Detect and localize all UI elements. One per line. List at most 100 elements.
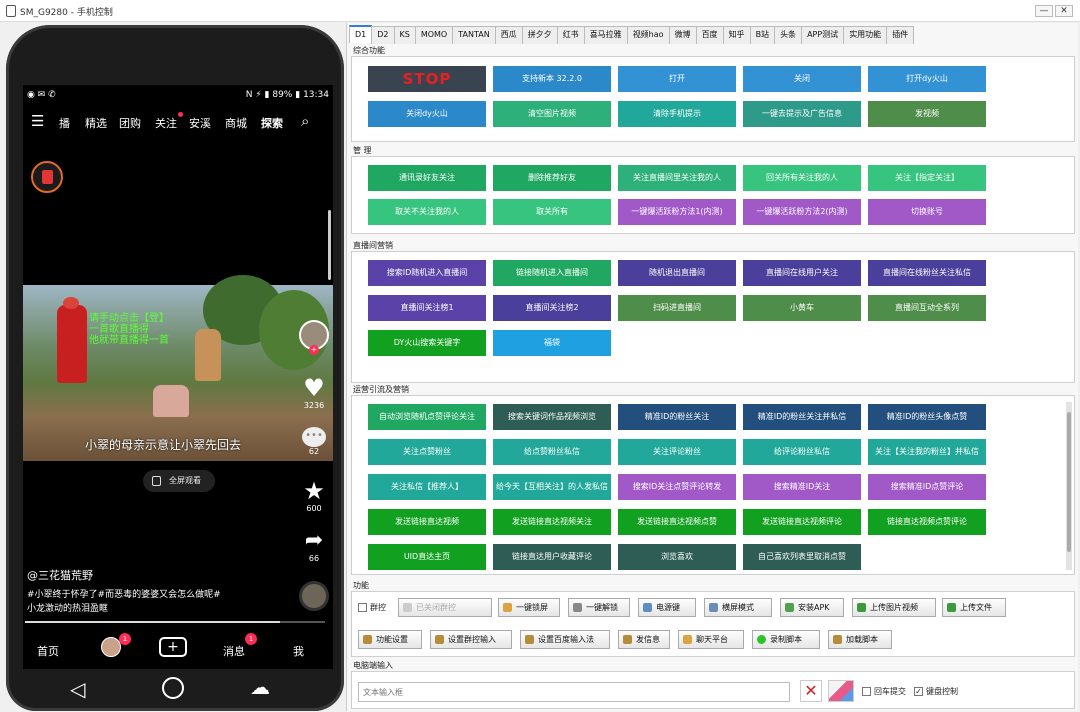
tab-messages[interactable]: 消息 xyxy=(223,643,245,659)
stop-button[interactable]: STOP xyxy=(368,66,486,92)
send-link-video-button[interactable]: 发送链接直达视频 xyxy=(368,509,486,535)
follow-dm-online-button[interactable]: 直播间在线粉丝关注私信 xyxy=(868,260,986,286)
search-icon[interactable]: ⌕ xyxy=(301,112,309,130)
link-like-comment-button[interactable]: 链接直达视频点赞评论 xyxy=(868,509,986,535)
yellow-cart-button[interactable]: 小黄车 xyxy=(743,295,861,321)
phone-mirror[interactable]: ◉ ✉ ✆ N ⚡ ▮ 89% ▮ 13:34 ☰ 播 精选 团购 关注 安溪 … xyxy=(6,25,344,711)
platform-tab[interactable]: KS xyxy=(393,26,416,44)
unfollow-nonfollowers-button[interactable]: 取关不关注我的人 xyxy=(368,199,486,225)
send-link-follow-button[interactable]: 发送链接直达视频关注 xyxy=(493,509,611,535)
platform-tab[interactable]: APP测试 xyxy=(801,26,845,44)
nav-tab-group-buy[interactable]: 团购 xyxy=(119,115,141,131)
back-icon[interactable]: ◁ xyxy=(70,677,85,701)
dm-mutual-button[interactable]: 给今天【互相关注】的人发私信 xyxy=(493,474,611,500)
close-button[interactable]: ✕ xyxy=(1055,5,1073,17)
upload-media-button[interactable]: 上传图片视频 xyxy=(852,598,936,617)
platform-tab[interactable]: 知乎 xyxy=(722,26,751,44)
phone-screen[interactable]: ◉ ✉ ✆ N ⚡ ▮ 89% ▮ 13:34 ☰ 播 精选 团购 关注 安溪 … xyxy=(23,85,333,669)
like-button[interactable]: ♥ 3236 xyxy=(297,375,331,410)
close-app-button[interactable]: 关闭 xyxy=(743,66,861,92)
link-random-live-button[interactable]: 链接随机进入直播间 xyxy=(493,260,611,286)
group-control-checkbox[interactable] xyxy=(358,603,367,612)
send-message-button[interactable]: 发信息 xyxy=(618,630,670,649)
share-button[interactable]: ➦ 66 xyxy=(297,528,331,563)
platform-tab[interactable]: TANTAN xyxy=(452,26,496,44)
platform-tab[interactable]: 微博 xyxy=(668,26,697,44)
upload-file-button[interactable]: 上传文件 xyxy=(942,598,1006,617)
eraser-icon[interactable] xyxy=(828,680,854,702)
precise-follow-dm-button[interactable]: 精准ID的粉丝关注并私信 xyxy=(743,404,861,430)
lucky-bag-button[interactable]: 福袋 xyxy=(493,330,611,356)
nav-tab-anxi[interactable]: 安溪 xyxy=(189,115,211,131)
follow-likers-button[interactable]: 关注点赞粉丝 xyxy=(368,439,486,465)
clear-x-icon[interactable]: ✕ xyxy=(800,680,822,702)
group-status-button[interactable]: 已关闭群控 xyxy=(398,598,492,617)
dm-recommender-button[interactable]: 关注私信【推荐人】 xyxy=(368,474,486,500)
load-script-button[interactable]: 加载脚本 xyxy=(828,630,892,649)
nav-tab-live[interactable]: 播 xyxy=(59,115,70,131)
follow-specified-button[interactable]: 关注【指定关注】 xyxy=(868,165,986,191)
fullscreen-button[interactable]: 全屏观看 xyxy=(143,470,215,492)
favorite-button[interactable]: ★ 600 xyxy=(297,478,331,513)
version-button[interactable]: 支持新本 32.2.0 xyxy=(493,66,611,92)
tab-me[interactable]: 我 xyxy=(293,643,304,659)
nav-tab-explore[interactable]: 探索 xyxy=(261,115,283,131)
traffic-scrollbar[interactable] xyxy=(1066,402,1072,570)
enter-submit-checkbox[interactable] xyxy=(862,687,871,696)
dm-likers-button[interactable]: 给点赞粉丝私信 xyxy=(493,439,611,465)
baidu-ime-button[interactable]: 设置百度输入法 xyxy=(520,630,610,649)
red-packet-icon[interactable] xyxy=(31,161,63,193)
delete-recommended-button[interactable]: 删除推荐好友 xyxy=(493,165,611,191)
nav-tab-following[interactable]: 关注 xyxy=(155,115,177,131)
keyboard-control-checkbox[interactable]: ✓ xyxy=(914,687,923,696)
boost-fans-2-button[interactable]: 一键爆活跃粉方法2(内测) xyxy=(743,199,861,225)
platform-tab[interactable]: 拼夕夕 xyxy=(521,26,558,44)
install-apk-button[interactable]: 安装APK xyxy=(780,598,844,617)
follow-plus-icon[interactable]: + xyxy=(309,345,319,355)
text-input[interactable] xyxy=(358,682,790,702)
open-button[interactable]: 打开 xyxy=(618,66,736,92)
group-input-button[interactable]: 设置群控输入 xyxy=(430,630,512,649)
unlock-button[interactable]: 一键解锁 xyxy=(568,598,630,617)
uid-home-button[interactable]: UID直达主页 xyxy=(368,544,486,570)
link-user-favorite-button[interactable]: 链接直达用户收藏评论 xyxy=(493,544,611,570)
settings-button[interactable]: 功能设置 xyxy=(358,630,422,649)
search-precise-follow-button[interactable]: 搜索精准ID关注 xyxy=(743,474,861,500)
send-link-comment-button[interactable]: 发送链接直达视频评论 xyxy=(743,509,861,535)
scan-live-button[interactable]: 扫码进直播间 xyxy=(618,295,736,321)
video-frame[interactable]: 请手动点击【登】 一首歌直播得 他就带直播得一首 小翠的母亲示意让小翠先回去 xyxy=(23,275,333,461)
precise-follow-button[interactable]: 精准ID的粉丝关注 xyxy=(618,404,736,430)
clear-tips-button[interactable]: 清除手机提示 xyxy=(618,101,736,127)
follow-online-users-button[interactable]: 直播间在线用户关注 xyxy=(743,260,861,286)
platform-tab[interactable]: MOMO xyxy=(414,26,454,44)
follow-back-button[interactable]: 回关所有关注我的人 xyxy=(743,165,861,191)
platform-tab[interactable]: 红书 xyxy=(556,26,585,44)
browse-liked-button[interactable]: 浏览喜欢 xyxy=(618,544,736,570)
creator-avatar[interactable]: + xyxy=(297,320,331,355)
lock-screen-button[interactable]: 一键锁屏 xyxy=(498,598,560,617)
switch-account-button[interactable]: 切换账号 xyxy=(868,199,986,225)
tab-home[interactable]: 首页 xyxy=(37,643,59,659)
create-plus-button[interactable]: + xyxy=(159,637,187,657)
unlike-own-list-button[interactable]: 自己喜欢列表里取消点赞 xyxy=(743,544,861,570)
open-dy-button[interactable]: 打开dy火山 xyxy=(868,66,986,92)
search-id-live-button[interactable]: 搜索ID随机进入直播间 xyxy=(368,260,486,286)
search-id-engage-button[interactable]: 搜索ID关注点赞评论转发 xyxy=(618,474,736,500)
record-script-button[interactable]: 录制脚本 xyxy=(752,630,820,649)
progress-bar[interactable] xyxy=(25,621,325,623)
auto-browse-button[interactable]: 自动浏览随机点赞评论关注 xyxy=(368,404,486,430)
live-interaction-button[interactable]: 直播间互动全系列 xyxy=(868,295,986,321)
platform-tab[interactable]: 实用功能 xyxy=(843,26,888,44)
author-name[interactable]: @三花猫荒野 xyxy=(27,567,93,583)
live-rank-2-button[interactable]: 直播间关注榜2 xyxy=(493,295,611,321)
landscape-button[interactable]: 横屏模式 xyxy=(704,598,772,617)
search-precise-like-button[interactable]: 搜索精准ID点赞评论 xyxy=(868,474,986,500)
follow-dm-followers-button[interactable]: 关注【关注我的粉丝】并私信 xyxy=(868,439,986,465)
friend-avatar[interactable] xyxy=(101,637,121,657)
follow-commenters-button[interactable]: 关注评论粉丝 xyxy=(618,439,736,465)
boost-fans-1-button[interactable]: 一键爆活跃粉方法1(内测) xyxy=(618,199,736,225)
menu-icon[interactable]: ☰ xyxy=(31,112,44,130)
music-disc[interactable] xyxy=(299,581,329,611)
follow-contacts-button[interactable]: 通讯录好友关注 xyxy=(368,165,486,191)
platform-tab[interactable]: 喜马拉雅 xyxy=(583,26,628,44)
